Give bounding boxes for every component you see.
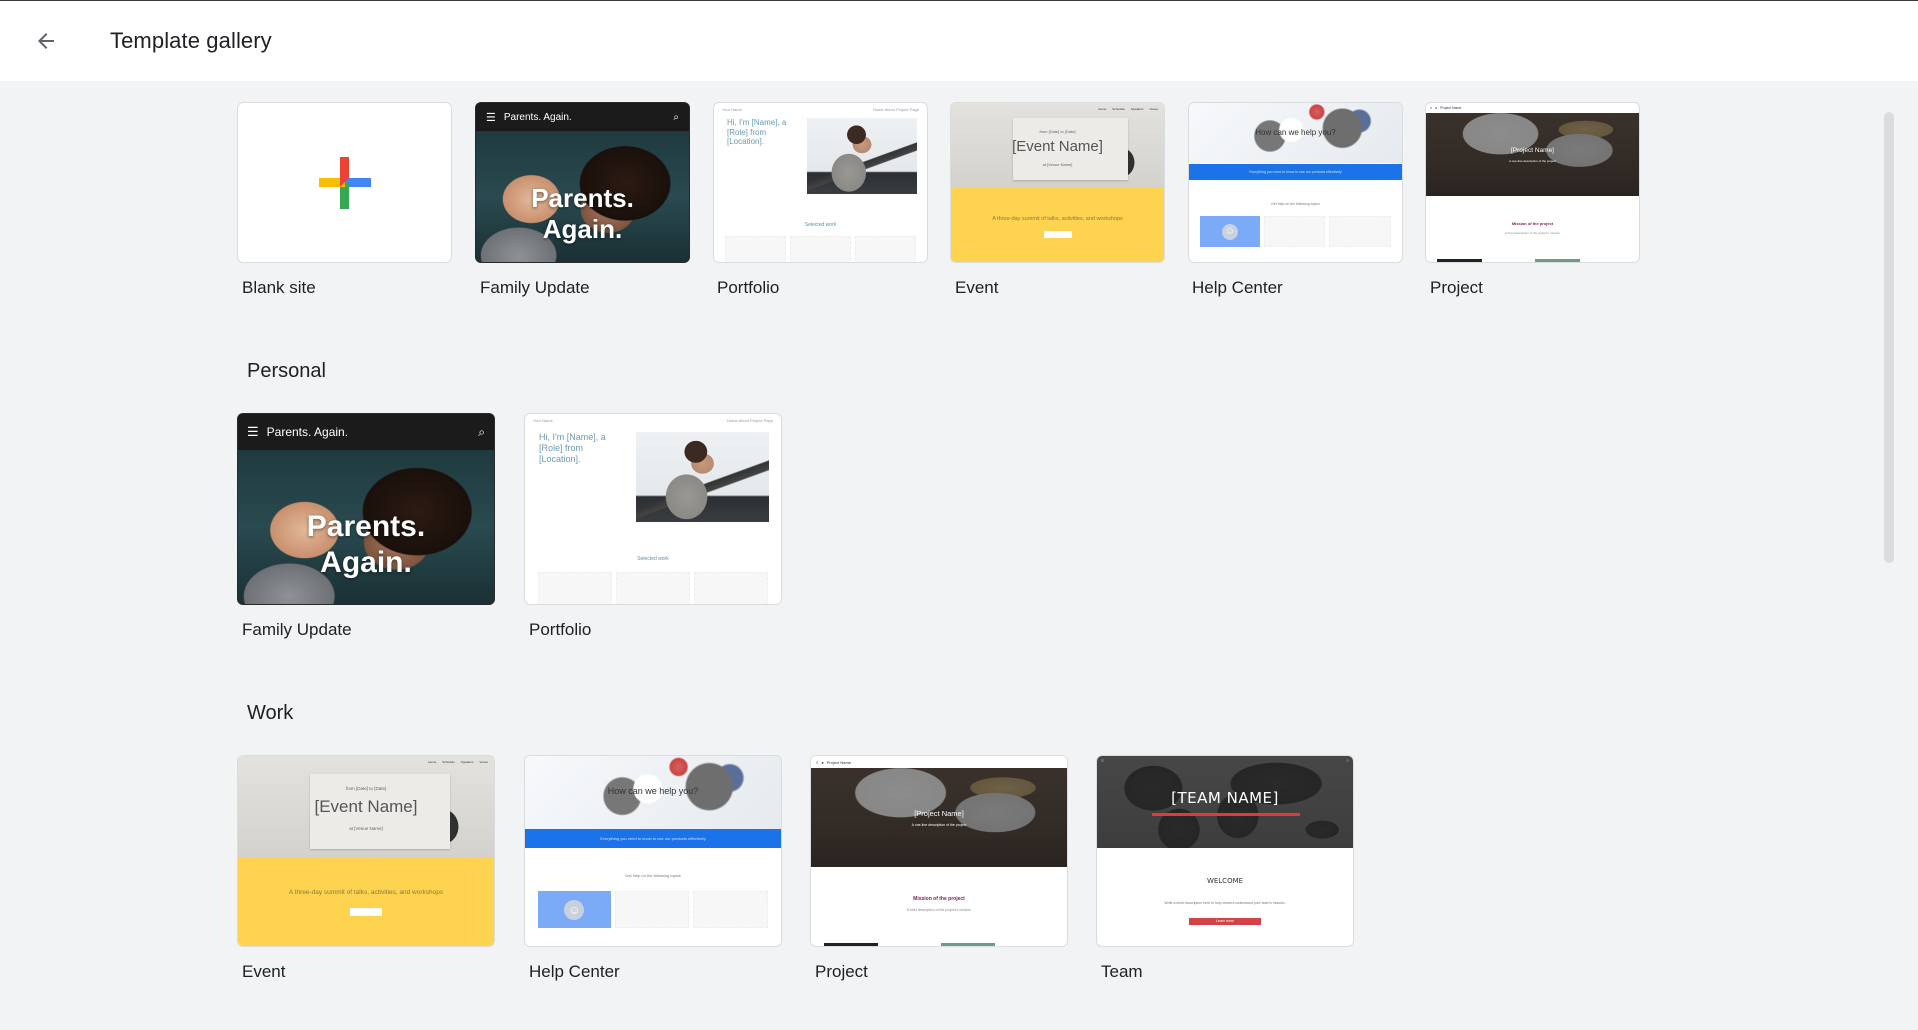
thumb-hero-text: Parents. — [531, 183, 634, 213]
app-header: Template gallery — [0, 1, 1918, 81]
thumb-welcome: WELCOME — [1206, 877, 1244, 885]
thumb-nav-item: Home — [1098, 107, 1107, 111]
search-icon: ⌕ — [1346, 758, 1349, 764]
template-card-team[interactable]: ≡ ⌕ [TEAM NAME] WELCOME Write a short de… — [1096, 755, 1354, 947]
thumb-tagline: A one-line description of the project — [1509, 159, 1556, 163]
template-label: Project — [815, 962, 868, 981]
template-card-event[interactable]: Home Schedule Speakers Venue from [Date] to… — [237, 755, 495, 947]
thumb-venue: at [Venue Name] — [349, 826, 383, 831]
logo-icon: ● — [1435, 106, 1438, 110]
template-label: Event — [955, 278, 999, 297]
thumb-hero-text: Again. — [320, 546, 412, 579]
thumb-site-name: Project Name — [826, 759, 851, 765]
thumb-summit: A three-day summit of talks, activities,… — [288, 889, 444, 896]
thumb-nav-item: Speakers — [460, 760, 474, 764]
menu-icon: ≡ — [816, 759, 819, 765]
thumb-hero-text: Again. — [542, 214, 623, 245]
template-label: Family Update — [242, 620, 352, 639]
thumb-team-name: [TEAM NAME] — [1171, 789, 1279, 807]
search-icon: ⌕ — [478, 424, 485, 439]
thumb-band-text: Everything you need to know to use our p… — [600, 836, 706, 841]
menu-icon: ≡ — [1101, 758, 1104, 764]
thumb-venue: at [Venue Name] — [1042, 162, 1073, 167]
thumb-dates: from [Date] to [Date] — [1039, 129, 1076, 134]
template-card-blank-site[interactable] — [237, 102, 452, 263]
template-card-help-center[interactable]: How can we help you? Everything you need… — [524, 755, 782, 947]
logo-icon: ● — [821, 759, 824, 765]
thumb-mission: Mission of the project — [1511, 221, 1554, 226]
thumb-question: How can we help you? — [607, 786, 699, 796]
template-card-family-update[interactable]: ☰ Parents. Again. ⌕ Parents. Again. — [475, 102, 690, 263]
template-label: Blank site — [242, 278, 316, 297]
thumb-nav-item: Home — [428, 760, 437, 764]
thumb-event-name: [Event Name] — [1012, 138, 1103, 155]
template-card-portfolio[interactable]: Your Name Home About Project Page Hi, I'm… — [713, 102, 928, 263]
accessibility-icon: ☺ — [564, 899, 585, 920]
thumb-nav-item: Venue — [1149, 107, 1158, 111]
template-label: Team — [1101, 962, 1143, 981]
page-title: Template gallery — [110, 28, 272, 53]
search-icon: ⌕ — [673, 111, 679, 123]
template-label: Project — [1430, 278, 1483, 297]
menu-icon: ☰ — [486, 111, 496, 124]
vertical-scrollbar[interactable] — [1884, 112, 1894, 563]
template-label: Portfolio — [529, 620, 592, 639]
arrow-back-icon — [38, 33, 54, 49]
template-card-project[interactable]: ≡ ● Project Name [Project Name] A one-line… — [810, 755, 1068, 947]
thumb-site-title: Parents. Again. — [503, 111, 572, 123]
menu-icon: ☰ — [247, 424, 259, 439]
thumb-summit: A three-day summit of talks, activities,… — [992, 216, 1123, 222]
section-heading-work: Work — [247, 702, 294, 724]
thumb-event-name: [Event Name] — [314, 797, 418, 816]
thumb-intro: Hi, I'm [Name], a [Role] from [Location]… — [539, 432, 606, 464]
thumb-nav-item: Speakers — [1130, 107, 1144, 111]
thumb-description: Write a short description here to help v… — [1164, 901, 1286, 905]
thumb-site-name: Your Name — [533, 418, 553, 423]
thumb-learn-more: Learn more — [1189, 918, 1261, 925]
thumb-rsvp — [1043, 231, 1072, 238]
template-label: Event — [242, 962, 286, 981]
thumb-brief: A brief description of the project's mis… — [1504, 231, 1561, 235]
accessibility-icon: ☺ — [1221, 223, 1238, 240]
thumb-dates: from [Date] to [Date] — [345, 786, 387, 791]
back-button[interactable] — [28, 23, 64, 59]
thumb-question: How can we help you? — [1255, 128, 1336, 137]
thumb-nav-item: Schedule — [442, 760, 455, 764]
template-label: Portfolio — [717, 278, 780, 297]
template-label: Family Update — [480, 278, 590, 297]
section-heading-personal: Personal — [247, 360, 326, 382]
template-card-project[interactable]: ≡ ● Project Name [Project Name] A one-line… — [1425, 102, 1640, 263]
thumb-project-name: [Project Name] — [914, 809, 964, 818]
template-card-portfolio[interactable]: Your Name Home About Project Page Hi, I'm… — [524, 413, 782, 605]
thumb-mission: Mission of the project — [913, 896, 965, 902]
template-label: Help Center — [1192, 278, 1283, 297]
thumb-band-text: Everything you need to know to use our p… — [1249, 170, 1342, 174]
menu-icon: ≡ — [1430, 106, 1433, 110]
thumb-nav-item: Venue — [479, 760, 488, 764]
thumb-site-title: Parents. Again. — [266, 425, 349, 439]
template-card-family-update[interactable]: ☰ Parents. Again. ⌕ Parents. Again. — [237, 413, 495, 605]
thumb-tagline: A one-line description of the project — [911, 823, 967, 827]
thumb-intro: Hi, I'm [Name], a [Role] from [Location]… — [727, 118, 787, 147]
thumb-nav: Home About Project Page — [726, 418, 773, 423]
plus-icon — [318, 156, 371, 209]
template-label: Help Center — [529, 962, 620, 981]
thumb-section: Selected work — [804, 222, 837, 228]
thumb-topics: Get help on the following topics — [625, 873, 681, 878]
thumb-site-name: Your Name — [722, 107, 742, 112]
template-card-event[interactable]: Home Schedule Speakers Venue from [Date] to… — [950, 102, 1165, 263]
thumb-brief: A brief description of the project's mis… — [906, 908, 972, 912]
thumb-topics: Get help on the following topics — [1271, 202, 1320, 206]
thumb-section: Selected work — [637, 556, 669, 562]
thumb-nav: Home About Project Page — [872, 107, 919, 112]
thumb-site-name: Project Name — [1440, 106, 1462, 110]
thumb-photo — [636, 432, 769, 522]
thumb-rsvp — [350, 908, 382, 916]
thumb-photo — [807, 118, 917, 194]
thumb-project-name: [Project Name] — [1511, 147, 1554, 154]
thumb-hero-text: Parents. — [306, 510, 426, 543]
template-card-help-center[interactable]: How can we help you? Everything you need… — [1188, 102, 1403, 263]
thumb-nav-item: Schedule — [1112, 107, 1125, 111]
